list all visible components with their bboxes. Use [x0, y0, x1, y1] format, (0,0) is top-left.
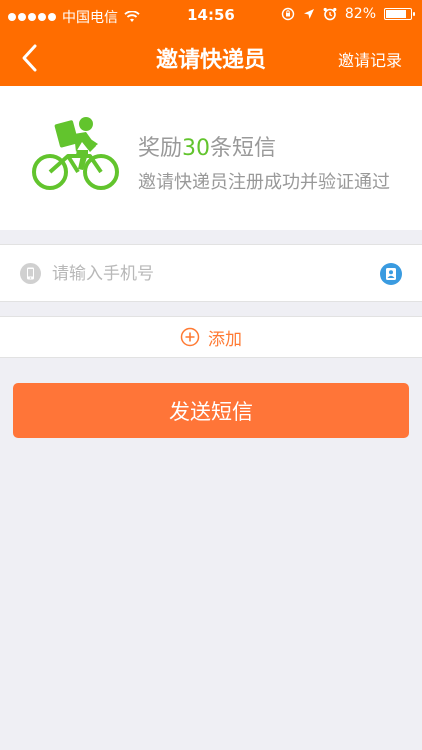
location-icon	[303, 9, 314, 19]
add-label: 添加	[208, 329, 242, 350]
status-right: 82%	[281, 6, 415, 22]
phone-input-row	[0, 244, 422, 302]
navigation-bar: 邀请快递员 邀请记录	[0, 30, 422, 86]
battery-icon	[384, 8, 415, 20]
add-phone-button[interactable]: 添加	[0, 316, 422, 358]
battery-level-fill	[386, 10, 406, 18]
battery-percent: 82%	[344, 6, 376, 22]
courier-bike-icon	[32, 117, 119, 190]
contacts-icon[interactable]	[380, 263, 402, 285]
reward-count: 30	[182, 136, 211, 161]
phone-icon	[20, 263, 41, 284]
reward-card: 奖励30条短信 邀请快递员注册成功并验证通过	[0, 86, 422, 230]
invite-records-link[interactable]: 邀请记录	[338, 47, 402, 71]
status-bar: 中国电信 14:56 82%	[0, 0, 422, 30]
send-sms-button[interactable]: 发送短信	[13, 383, 409, 438]
app-header: 中国电信 14:56 82% 邀请快递员 邀请记录	[0, 0, 422, 86]
reward-title-prefix: 奖励	[138, 136, 183, 161]
reward-title: 奖励30条短信	[138, 130, 276, 162]
phone-number-input[interactable]	[52, 255, 362, 293]
orientation-lock-icon	[281, 7, 295, 21]
reward-subtitle: 邀请快递员注册成功并验证通过	[138, 172, 390, 193]
alarm-icon	[323, 7, 337, 21]
plus-circle-icon	[180, 327, 200, 347]
reward-title-suffix: 条短信	[210, 136, 277, 161]
